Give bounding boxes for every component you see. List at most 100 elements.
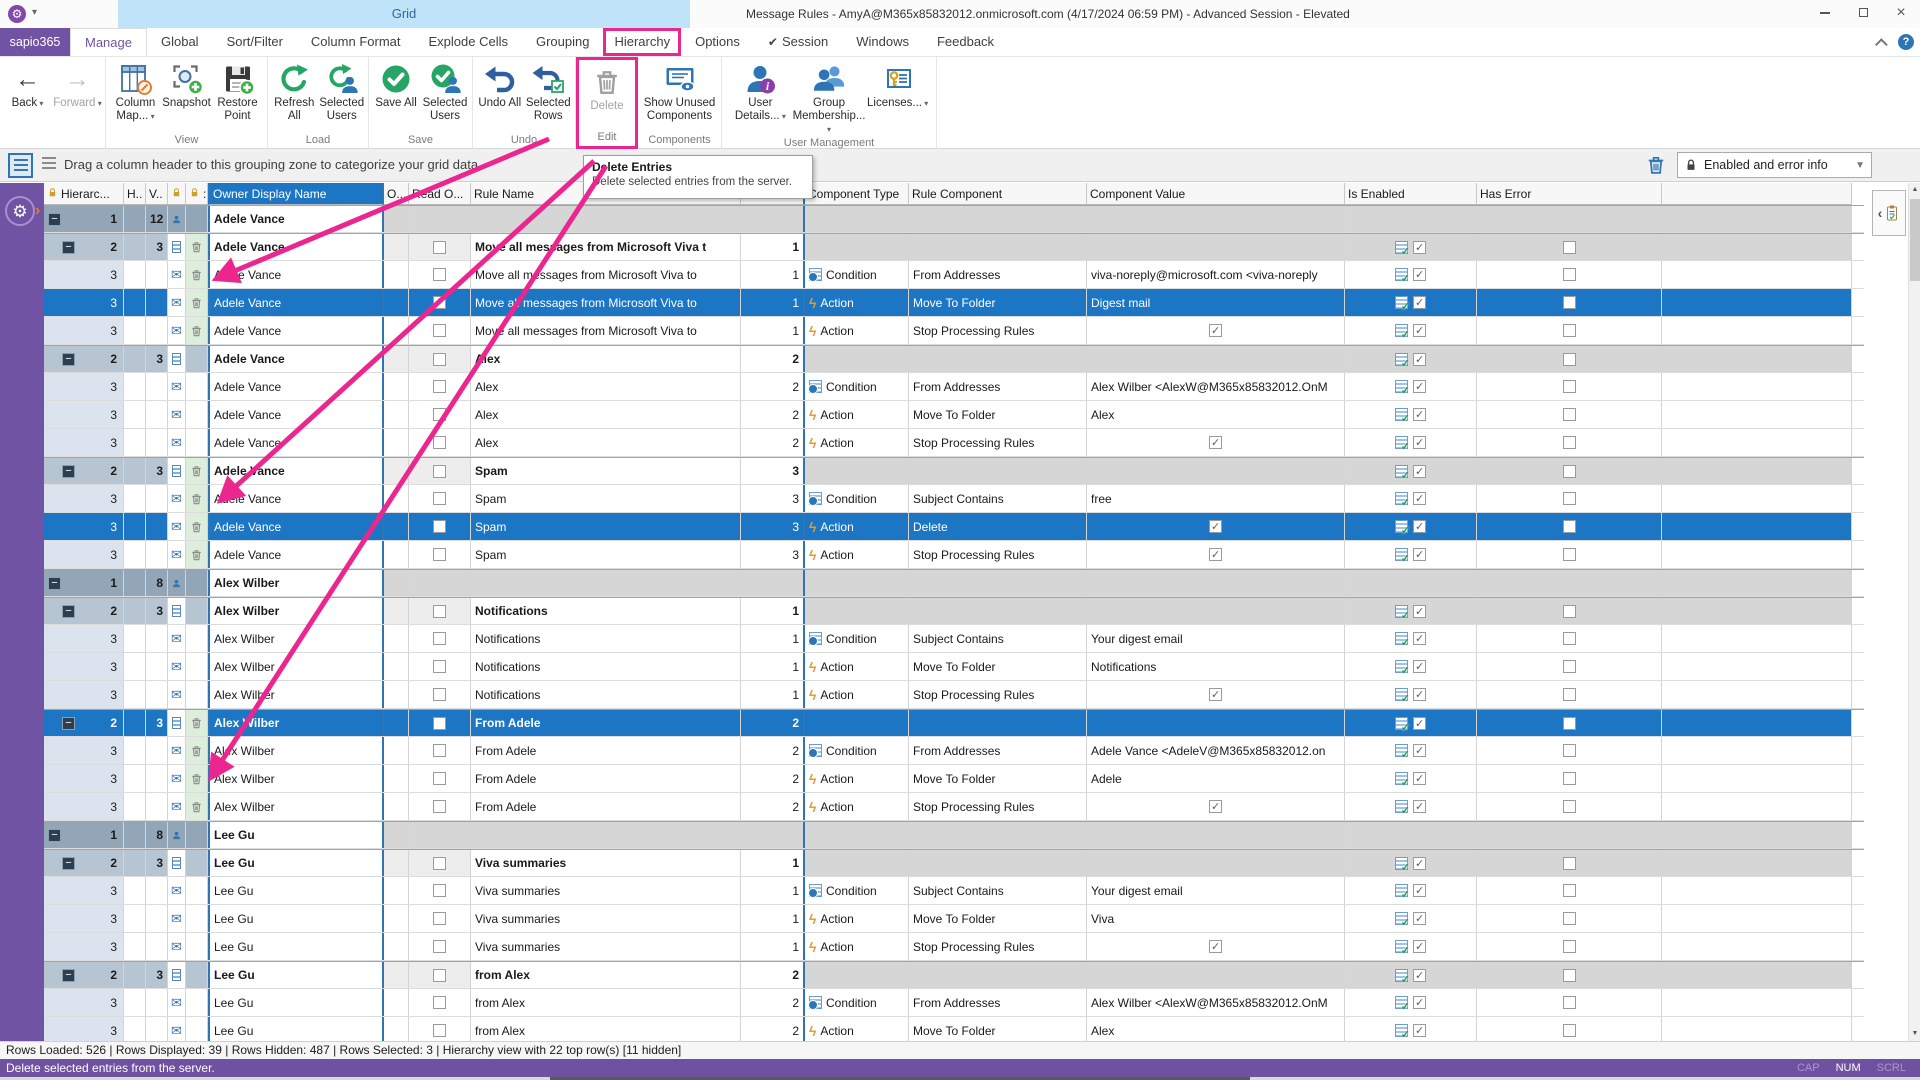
column-header-read-o[interactable]: Read O...	[409, 183, 471, 205]
grid-row[interactable]: 3✉Adele VanceAlex2ϟActionStop Processing…	[44, 429, 1864, 457]
grid-row[interactable]: −23Adele VanceAlex2	[44, 345, 1864, 373]
grid-row[interactable]: −23Adele VanceSpam3	[44, 457, 1864, 485]
has-error-checkbox[interactable]	[1563, 520, 1576, 533]
hierarchy-cell[interactable]: −1	[44, 570, 124, 596]
is-enabled-checkbox[interactable]	[1413, 857, 1426, 870]
view-filter-dropdown[interactable]: Enabled and error info ▼	[1677, 152, 1872, 178]
has-error-checkbox[interactable]	[1563, 772, 1576, 785]
read-only-checkbox[interactable]	[433, 996, 446, 1009]
grid-row[interactable]: −18Lee Gu	[44, 821, 1864, 849]
is-enabled-checkbox[interactable]	[1413, 548, 1426, 561]
expand-toggle[interactable]: −	[48, 829, 61, 842]
grid-row[interactable]: −112Adele Vance	[44, 205, 1864, 233]
hierarchy-cell[interactable]: −2	[44, 234, 124, 260]
help-icon[interactable]: ?	[1898, 34, 1914, 50]
grid-row[interactable]: 3✉Alex WilberNotifications1ConditionSubj…	[44, 625, 1864, 653]
is-enabled-checkbox[interactable]	[1413, 884, 1426, 897]
tab-sapio365[interactable]: sapio365	[0, 28, 70, 56]
undo-selected-rows-button[interactable]: Selected Rows	[525, 61, 573, 123]
tab-windows[interactable]: Windows	[842, 28, 923, 56]
app-logo-icon[interactable]: ⚙	[8, 5, 26, 23]
user-details-button[interactable]: iUser Details... ▾	[727, 61, 795, 123]
column-header-owner-display-name[interactable]: Owner Display Name	[208, 183, 384, 205]
grid-row[interactable]: 3✉Lee GuViva summaries1ϟActionStop Proce…	[44, 933, 1864, 961]
grid-row[interactable]: 3✉Alex WilberNotifications1ϟActionStop P…	[44, 681, 1864, 709]
is-enabled-checkbox[interactable]	[1413, 324, 1426, 337]
read-only-checkbox[interactable]	[433, 717, 446, 730]
is-enabled-checkbox[interactable]	[1413, 912, 1426, 925]
is-enabled-checkbox[interactable]	[1413, 632, 1426, 645]
has-error-checkbox[interactable]	[1563, 1024, 1576, 1037]
expand-toggle[interactable]: −	[48, 577, 61, 590]
grid-row[interactable]: 3✉Adele VanceAlex2ϟActionMove To FolderA…	[44, 401, 1864, 429]
collapse-ribbon-icon[interactable]	[1875, 38, 1888, 51]
delete-button[interactable]: Delete	[579, 64, 635, 113]
expand-toggle[interactable]: −	[62, 605, 75, 618]
grid-row[interactable]: 3✉Alex WilberFrom Adele2ϟActionStop Proc…	[44, 793, 1864, 821]
component-value-checkbox[interactable]	[1209, 940, 1222, 953]
grid-row[interactable]: 3✉Adele VanceAlex2ConditionFrom Addresse…	[44, 373, 1864, 401]
has-error-checkbox[interactable]	[1563, 408, 1576, 421]
has-error-checkbox[interactable]	[1563, 492, 1576, 505]
is-enabled-checkbox[interactable]	[1413, 492, 1426, 505]
tab-feedback[interactable]: Feedback	[923, 28, 1008, 56]
grid-row[interactable]: 3✉Lee Gufrom Alex2ConditionFrom Addresse…	[44, 989, 1864, 1017]
read-only-checkbox[interactable]	[433, 632, 446, 645]
column-header-blank-3[interactable]	[168, 183, 186, 205]
has-error-checkbox[interactable]	[1563, 324, 1576, 337]
column-header-h[interactable]: H..	[124, 183, 146, 205]
read-only-checkbox[interactable]	[433, 857, 446, 870]
read-only-checkbox[interactable]	[433, 353, 446, 366]
expand-toggle[interactable]: −	[62, 241, 75, 254]
has-error-checkbox[interactable]	[1563, 380, 1576, 393]
has-error-checkbox[interactable]	[1563, 353, 1576, 366]
hierarchy-cell[interactable]: −2	[44, 710, 124, 736]
licenses-button[interactable]: Licenses... ▾	[864, 61, 932, 110]
has-error-checkbox[interactable]	[1563, 884, 1576, 897]
column-header-has-error[interactable]: Has Error	[1477, 183, 1662, 205]
grid-row[interactable]: −23Lee Gufrom Alex2	[44, 961, 1864, 989]
tab-global[interactable]: Global	[147, 28, 213, 56]
read-only-checkbox[interactable]	[433, 408, 446, 421]
is-enabled-checkbox[interactable]	[1413, 660, 1426, 673]
expand-toggle[interactable]: −	[62, 857, 75, 870]
read-only-checkbox[interactable]	[433, 436, 446, 449]
has-error-checkbox[interactable]	[1563, 857, 1576, 870]
column-header-o[interactable]: O...	[384, 183, 409, 205]
read-only-checkbox[interactable]	[433, 268, 446, 281]
hierarchy-cell[interactable]: −2	[44, 598, 124, 624]
column-header-is-enabled[interactable]: Is Enabled	[1345, 183, 1477, 205]
refresh-selected-users-button[interactable]: Selected Users	[319, 61, 366, 123]
grid-row[interactable]: −23Adele VanceMove all messages from Mic…	[44, 233, 1864, 261]
hierarchy-cell[interactable]: −2	[44, 346, 124, 372]
component-value-checkbox[interactable]	[1209, 800, 1222, 813]
column-header-hierarc[interactable]: Hierarc...	[44, 183, 124, 205]
clear-filter-trash-icon[interactable]	[1645, 154, 1667, 181]
read-only-checkbox[interactable]	[433, 380, 446, 393]
grid-row[interactable]: 3✉Lee GuViva summaries1ConditionSubject …	[44, 877, 1864, 905]
hierarchy-cell[interactable]: −2	[44, 850, 124, 876]
has-error-checkbox[interactable]	[1563, 436, 1576, 449]
column-header-rule-component[interactable]: Rule Component	[909, 183, 1087, 205]
read-only-checkbox[interactable]	[433, 1024, 446, 1037]
tab-grouping[interactable]: Grouping	[522, 28, 603, 56]
is-enabled-checkbox[interactable]	[1413, 296, 1426, 309]
tab-options[interactable]: Options	[681, 28, 754, 56]
tab-column-format[interactable]: Column Format	[297, 28, 415, 56]
is-enabled-checkbox[interactable]	[1413, 717, 1426, 730]
grid-row[interactable]: 3✉Adele VanceMove all messages from Micr…	[44, 261, 1864, 289]
tab-hierarchy[interactable]: Hierarchy	[603, 28, 681, 56]
show-unused-button[interactable]: Show Unused Components	[640, 61, 720, 123]
expand-toggle[interactable]: −	[62, 465, 75, 478]
read-only-checkbox[interactable]	[433, 548, 446, 561]
read-only-checkbox[interactable]	[433, 800, 446, 813]
grid-row[interactable]: 3✉Adele VanceSpam3ConditionSubject Conta…	[44, 485, 1864, 513]
has-error-checkbox[interactable]	[1563, 660, 1576, 673]
grid-row[interactable]: −23Alex WilberNotifications1	[44, 597, 1864, 625]
restore-point-button[interactable]: Restore Point	[213, 61, 263, 123]
read-only-checkbox[interactable]	[433, 744, 446, 757]
refresh-all-button[interactable]: Refresh All	[271, 61, 318, 123]
is-enabled-checkbox[interactable]	[1413, 969, 1426, 982]
scrollbar-thumb[interactable]	[1910, 199, 1920, 281]
hierarchy-cell[interactable]: −1	[44, 822, 124, 848]
